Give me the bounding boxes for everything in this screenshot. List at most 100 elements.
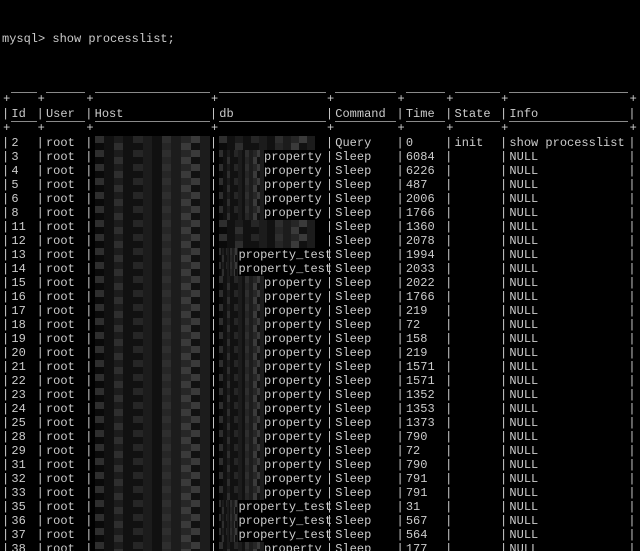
cell-id: 35 (11, 500, 36, 514)
redacted-host (95, 234, 210, 248)
cell-time: 2078 (406, 234, 445, 248)
cell-state (455, 206, 501, 220)
cell-host (95, 136, 210, 150)
cell-info: NULL (509, 430, 628, 444)
cell-info: NULL (509, 206, 628, 220)
cell-state (455, 388, 501, 402)
cell-host (95, 430, 210, 444)
table-header-time: Time (406, 107, 445, 122)
cell-time: 567 (406, 514, 445, 528)
redacted-host (95, 444, 210, 458)
cell-host (95, 234, 210, 248)
cell-info: NULL (509, 150, 628, 164)
redacted-db-prefix (219, 444, 264, 458)
cell-command: Sleep (335, 192, 396, 206)
cell-command: Sleep (335, 388, 396, 402)
cell-host (95, 178, 210, 192)
cell-info: NULL (509, 416, 628, 430)
table-row: |11|root|||Sleep|1360||NULL| (2, 220, 638, 234)
cell-command: Sleep (335, 360, 396, 374)
table-row: |35|root||property_test|Sleep|31||NULL| (2, 500, 638, 514)
cell-command: Sleep (335, 290, 396, 304)
cell-command: Sleep (335, 178, 396, 192)
table-row: |3|root||property|Sleep|6084||NULL| (2, 150, 638, 164)
cell-info: NULL (509, 388, 628, 402)
cell-time: 1352 (406, 388, 445, 402)
cell-host (95, 318, 210, 332)
cell-user: root (46, 500, 85, 514)
table-row: |21|root||property|Sleep|1571||NULL| (2, 360, 638, 374)
cell-id: 17 (11, 304, 36, 318)
cell-id: 23 (11, 388, 36, 402)
cell-user: root (46, 346, 85, 360)
redacted-host (95, 472, 210, 486)
table-row: |17|root||property|Sleep|219||NULL| (2, 304, 638, 318)
cell-user: root (46, 542, 85, 551)
cell-user: root (46, 276, 85, 290)
cell-db: property (219, 360, 326, 374)
cell-db: property (219, 318, 326, 332)
redacted-host (95, 430, 210, 444)
cell-state (455, 178, 501, 192)
redacted-host (95, 332, 210, 346)
redacted-host (95, 346, 210, 360)
cell-state (455, 444, 501, 458)
redacted-db-prefix (219, 374, 264, 388)
cell-user: root (46, 416, 85, 430)
cell-host (95, 528, 210, 542)
cell-user: root (46, 388, 85, 402)
cell-state (455, 458, 501, 472)
cell-state (455, 304, 501, 318)
cell-info: NULL (509, 178, 628, 192)
cell-time: 177 (406, 542, 445, 551)
cell-info: NULL (509, 528, 628, 542)
cell-host (95, 290, 210, 304)
redacted-host (95, 500, 210, 514)
cell-user: root (46, 318, 85, 332)
cell-db: property (219, 444, 326, 458)
cell-id: 14 (11, 262, 36, 276)
table-header-row: |Id |User |Host |db |Command |Time |Stat… (2, 107, 638, 122)
terminal-output: mysql> show processlist; + + + + + + + +… (0, 0, 640, 551)
cell-command: Sleep (335, 458, 396, 472)
cell-command: Sleep (335, 220, 396, 234)
cell-db: property (219, 430, 326, 444)
cell-user: root (46, 304, 85, 318)
cell-user: root (46, 220, 85, 234)
table-row: |24|root||property|Sleep|1353||NULL| (2, 402, 638, 416)
cell-user: root (46, 528, 85, 542)
cell-info: NULL (509, 346, 628, 360)
cell-db: property_test (219, 500, 326, 514)
cell-id: 3 (11, 150, 36, 164)
cell-state (455, 318, 501, 332)
redacted-db-prefix (219, 514, 238, 528)
redacted-db-prefix (219, 248, 238, 262)
redacted-db-prefix (219, 458, 264, 472)
cell-host (95, 262, 210, 276)
cell-time: 1766 (406, 290, 445, 304)
cell-state (455, 164, 501, 178)
redacted-host (95, 458, 210, 472)
redacted-db-prefix (219, 304, 264, 318)
table-header-info: Info (509, 107, 628, 122)
cell-command: Sleep (335, 234, 396, 248)
cell-db: property_test (219, 262, 326, 276)
cell-id: 24 (11, 402, 36, 416)
table-row: |36|root||property_test|Sleep|567||NULL| (2, 514, 638, 528)
cell-state (455, 374, 501, 388)
table-row: |32|root||property|Sleep|791||NULL| (2, 472, 638, 486)
cell-user: root (46, 234, 85, 248)
cell-db: property (219, 542, 326, 551)
cell-host (95, 402, 210, 416)
cell-db: property_test (219, 248, 326, 262)
cell-info: NULL (509, 486, 628, 500)
cell-command: Sleep (335, 444, 396, 458)
cell-time: 791 (406, 472, 445, 486)
cell-db (219, 234, 326, 248)
cell-time: 1373 (406, 416, 445, 430)
cell-host (95, 542, 210, 551)
cell-command: Sleep (335, 150, 396, 164)
cell-user: root (46, 472, 85, 486)
cell-id: 2 (11, 136, 36, 150)
cell-db: property_test (219, 528, 326, 542)
